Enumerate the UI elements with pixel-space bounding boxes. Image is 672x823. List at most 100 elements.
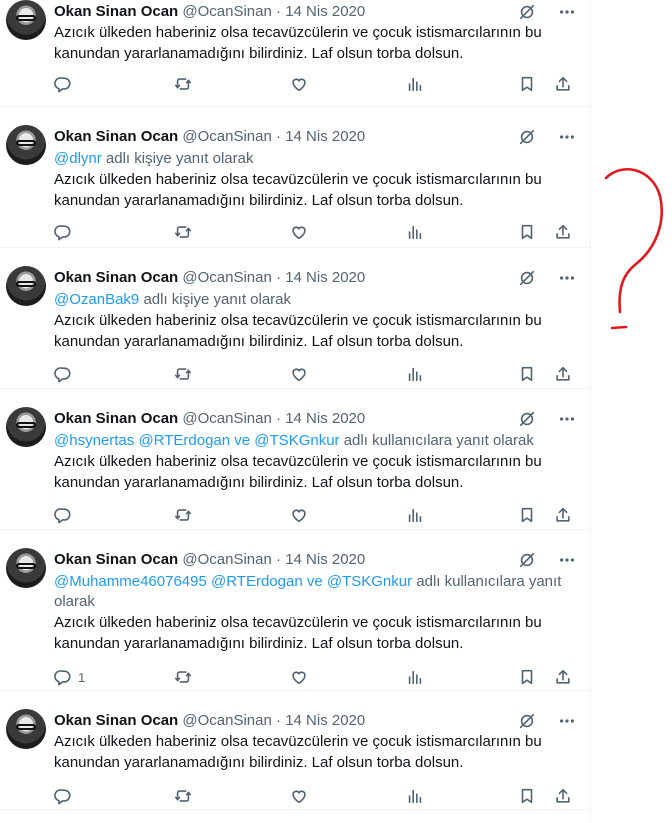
grok-button[interactable]: [518, 551, 536, 569]
reply-button[interactable]: [54, 74, 78, 94]
like-button[interactable]: [290, 222, 308, 242]
reply-button[interactable]: [54, 505, 78, 525]
mention-link[interactable]: @TSKGnkur: [327, 573, 412, 590]
like-button[interactable]: [290, 786, 308, 806]
retweet-button[interactable]: [174, 505, 192, 525]
tweet-date[interactable]: 14 Nis 2020: [285, 3, 365, 20]
views-button[interactable]: [406, 786, 424, 806]
grok-icon: [518, 3, 536, 21]
bookmark-button[interactable]: [518, 222, 536, 242]
views-button[interactable]: [406, 505, 424, 525]
mention-link[interactable]: @RTErdogan: [138, 432, 230, 449]
tweet[interactable]: Okan Sinan Ocan @OcanSinan · 14 Nis 2020…: [0, 248, 590, 389]
reply-button[interactable]: 1: [54, 667, 85, 687]
tweet-actions: [54, 364, 574, 384]
like-button[interactable]: [290, 667, 308, 687]
tweet-date[interactable]: 14 Nis 2020: [285, 269, 365, 286]
author-handle[interactable]: @OcanSinan: [182, 128, 271, 145]
tweet-date[interactable]: 14 Nis 2020: [285, 410, 365, 427]
author-name[interactable]: Okan Sinan Ocan: [54, 128, 178, 145]
avatar[interactable]: [6, 709, 46, 749]
bookmark-icon: [518, 668, 536, 686]
avatar[interactable]: [6, 125, 46, 165]
more-icon: [558, 3, 576, 21]
author-name[interactable]: Okan Sinan Ocan: [54, 269, 178, 286]
views-button[interactable]: [406, 74, 424, 94]
mention-link[interactable]: @hsynertas: [54, 432, 134, 449]
mention-link[interactable]: @RTErdogan: [211, 573, 303, 590]
more-button[interactable]: [558, 712, 576, 730]
more-button[interactable]: [558, 128, 576, 146]
author-name[interactable]: Okan Sinan Ocan: [54, 410, 178, 427]
more-button[interactable]: [558, 269, 576, 287]
bookmark-button[interactable]: [518, 74, 536, 94]
tweet-date[interactable]: 14 Nis 2020: [285, 128, 365, 145]
author-handle[interactable]: @OcanSinan: [182, 712, 271, 729]
share-button[interactable]: [554, 786, 572, 806]
more-button[interactable]: [558, 410, 576, 428]
reply-button[interactable]: [54, 222, 78, 242]
author-name[interactable]: Okan Sinan Ocan: [54, 712, 178, 729]
tweet-header: Okan Sinan Ocan @OcanSinan · 14 Nis 2020: [54, 268, 365, 288]
tweet-text: Azıcık ülkeden haberiniz olsa tecavüzcül…: [54, 171, 542, 209]
grok-button[interactable]: [518, 128, 536, 146]
share-button[interactable]: [554, 222, 572, 242]
bookmark-button[interactable]: [518, 364, 536, 384]
bookmark-button[interactable]: [518, 667, 536, 687]
tweet[interactable]: Okan Sinan Ocan @OcanSinan · 14 Nis 2020…: [0, 389, 590, 530]
share-button[interactable]: [554, 667, 572, 687]
reply-button[interactable]: [54, 364, 78, 384]
author-name[interactable]: Okan Sinan Ocan: [54, 3, 178, 20]
author-handle[interactable]: @OcanSinan: [182, 551, 271, 568]
avatar[interactable]: [6, 407, 46, 447]
grok-button[interactable]: [518, 269, 536, 287]
views-button[interactable]: [406, 667, 424, 687]
more-button[interactable]: [558, 3, 576, 21]
avatar[interactable]: [6, 0, 46, 40]
retweet-button[interactable]: [174, 364, 192, 384]
views-button[interactable]: [406, 364, 424, 384]
author-handle[interactable]: @OcanSinan: [182, 410, 271, 427]
like-button[interactable]: [290, 74, 308, 94]
retweet-button[interactable]: [174, 786, 192, 806]
grok-button[interactable]: [518, 3, 536, 21]
mention-link[interactable]: @OzanBak9: [54, 291, 139, 308]
views-icon: [406, 75, 424, 93]
tweet[interactable]: Okan Sinan Ocan @OcanSinan · 14 Nis 2020…: [0, 0, 590, 107]
tweet[interactable]: Okan Sinan Ocan @OcanSinan · 14 Nis 2020…: [0, 691, 590, 810]
like-button[interactable]: [290, 505, 308, 525]
tweet[interactable]: Okan Sinan Ocan @OcanSinan · 14 Nis 2020…: [0, 107, 590, 248]
bookmark-button[interactable]: [518, 505, 536, 525]
author-name[interactable]: Okan Sinan Ocan: [54, 551, 178, 568]
more-icon: [558, 551, 576, 569]
reply-icon: [54, 787, 72, 805]
avatar[interactable]: [6, 548, 46, 588]
views-button[interactable]: [406, 222, 424, 242]
author-handle[interactable]: @OcanSinan: [182, 269, 271, 286]
share-button[interactable]: [554, 74, 572, 94]
reply-context-text: adlı kişiye yanıt olarak: [101, 150, 254, 167]
reply-context: @dlynr adlı kişiye yanıt olarak: [54, 149, 570, 169]
tweet[interactable]: Okan Sinan Ocan @OcanSinan · 14 Nis 2020…: [0, 530, 590, 691]
tweet-date[interactable]: 14 Nis 2020: [285, 551, 365, 568]
grok-button[interactable]: [518, 712, 536, 730]
mention-link[interactable]: @TSKGnkur: [254, 432, 339, 449]
retweet-button[interactable]: [174, 74, 192, 94]
share-button[interactable]: [554, 364, 572, 384]
grok-button[interactable]: [518, 410, 536, 428]
reply-button[interactable]: [54, 786, 78, 806]
avatar[interactable]: [6, 266, 46, 306]
more-button[interactable]: [558, 551, 576, 569]
like-button[interactable]: [290, 364, 308, 384]
retweet-button[interactable]: [174, 667, 192, 687]
mention-link[interactable]: @dlynr: [54, 150, 102, 167]
tweet-date[interactable]: 14 Nis 2020: [285, 712, 365, 729]
grok-icon: [518, 712, 536, 730]
share-button[interactable]: [554, 505, 572, 525]
bookmark-button[interactable]: [518, 786, 536, 806]
like-icon: [290, 668, 308, 686]
author-handle[interactable]: @OcanSinan: [182, 3, 271, 20]
retweet-button[interactable]: [174, 222, 192, 242]
mention-link[interactable]: @Muhamme46076495: [54, 573, 207, 590]
tweet-top-actions: [518, 2, 576, 22]
